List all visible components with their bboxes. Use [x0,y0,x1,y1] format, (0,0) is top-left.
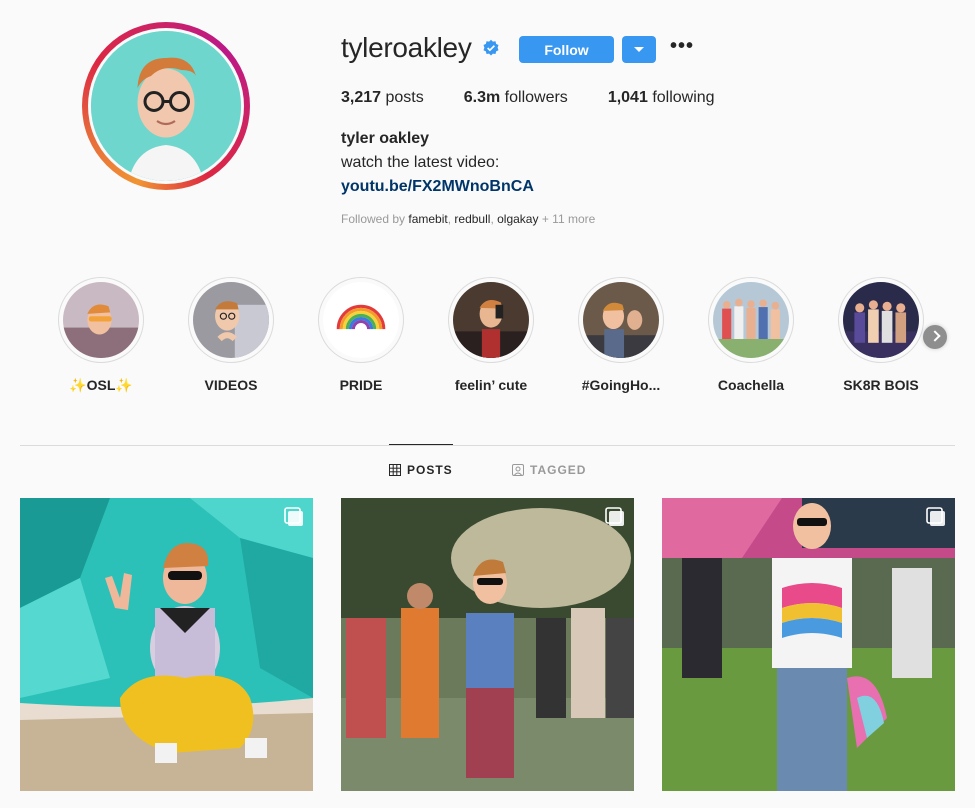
active-tab-indicator [389,444,453,445]
multiple-photos-icon [284,507,303,526]
tabs-divider [20,445,955,446]
highlight-item[interactable]: VIDEOS [181,277,281,393]
follow-button[interactable]: Follow [519,36,614,63]
suggested-accounts-dropdown-button[interactable] [622,36,656,63]
verified-badge-icon [483,39,499,56]
post-thumbnail[interactable] [662,498,955,791]
highlight-item[interactable]: feelin’ cute [441,277,541,393]
more-options-button[interactable]: ••• [670,36,694,60]
tag-icon [512,464,524,476]
highlight-item[interactable]: #GoingHo... [571,277,671,393]
profile-stats: 3,217 posts 6.3m followers 1,041 followi… [341,89,755,107]
profile-full-name: tyler oakley [341,130,430,147]
rainbow-icon [323,282,399,358]
followers-label: followers [504,89,568,106]
post-photo [20,498,313,791]
followed-by-name[interactable]: famebit [408,212,447,226]
tab-label: TAGGED [530,463,587,477]
following-stat[interactable]: 1,041 following [608,89,715,107]
tab-label: POSTS [407,463,453,477]
highlight-label: feelin’ cute [454,377,528,393]
posts-label: posts [385,89,424,106]
posts-stat: 3,217 posts [341,89,424,107]
post-thumbnail[interactable] [341,498,634,791]
highlight-cover [713,282,789,358]
followers-count: 6.3m [463,89,501,106]
profile-bio: watch the latest video: [341,154,500,171]
highlight-cover [63,282,139,358]
highlight-item[interactable]: ✨OSL✨ [51,277,151,394]
profile-photo [91,31,241,181]
followed-by-prefix: Followed by [341,212,406,226]
bio-link[interactable]: youtu.be/FX2MWnoBnCA [341,178,534,196]
highlight-label: Coachella [717,377,785,393]
highlight-label: #GoingHo... [581,377,661,393]
highlight-label: ✨OSL✨ [69,377,133,393]
profile-username: tyleroakley [341,32,472,63]
highlight-label: PRIDE [339,377,383,393]
followed-by-name[interactable]: redbull [454,212,490,226]
post-photo [662,498,955,791]
followed-by[interactable]: Followed by famebit, redbull, olgakay + … [341,212,595,226]
highlight-cover [583,282,659,358]
posts-count: 3,217 [341,89,382,106]
grid-icon [389,464,401,476]
multiple-photos-icon [926,507,945,526]
tab-tagged[interactable]: TAGGED [512,463,586,477]
highlight-cover [843,282,919,358]
profile-avatar[interactable] [82,22,250,190]
highlight-item[interactable]: SK8R BOIS [831,277,931,393]
followed-by-name[interactable]: olgakay [497,212,538,226]
post-photo [341,498,634,791]
highlight-cover [193,282,269,358]
multiple-photos-icon [605,507,624,526]
followers-stat[interactable]: 6.3m followers [464,89,568,107]
highlight-item[interactable]: PRIDE [311,277,411,393]
tab-posts[interactable]: POSTS [389,463,453,477]
highlight-label: SK8R BOIS [843,377,919,393]
highlight-label: VIDEOS [204,377,258,393]
following-label: following [652,89,715,106]
post-thumbnail[interactable] [20,498,313,791]
highlight-cover [453,282,529,358]
highlight-item[interactable]: Coachella [701,277,801,393]
followed-by-more: + 11 more [541,212,596,226]
highlights-next-button[interactable] [923,325,947,349]
following-count: 1,041 [607,89,648,106]
